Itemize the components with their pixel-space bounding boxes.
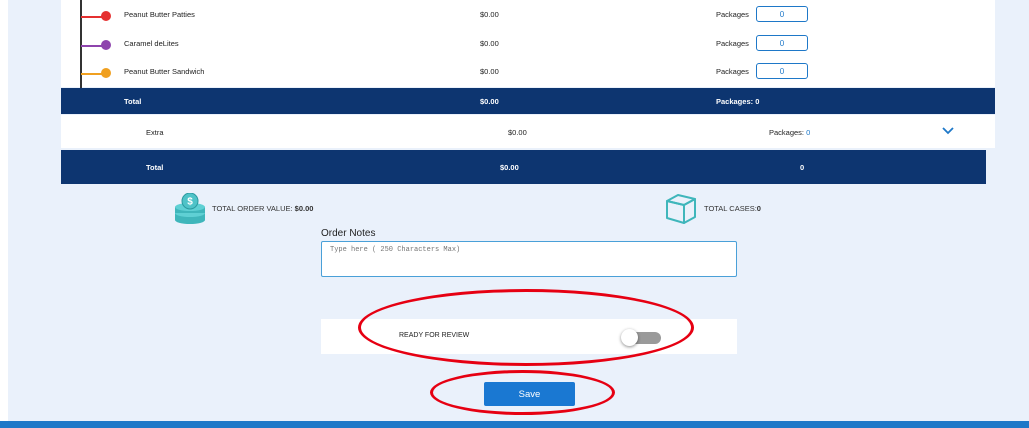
tree-branch xyxy=(81,16,103,18)
product-price: $0.00 xyxy=(480,10,499,19)
extra-value: $0.00 xyxy=(508,128,527,137)
extra-label: Extra xyxy=(146,128,164,137)
cases-text: TOTAL CASES:0 xyxy=(704,204,761,213)
left-edge-strip xyxy=(0,0,8,428)
product-price: $0.00 xyxy=(480,67,499,76)
packages-input[interactable] xyxy=(756,6,808,22)
tree-branch xyxy=(81,45,103,47)
product-name: Peanut Butter Patties xyxy=(124,10,195,19)
product-name: Peanut Butter Sandwich xyxy=(124,67,205,76)
box-icon xyxy=(666,194,696,224)
grand-total-count: 0 xyxy=(800,163,805,172)
order-value-text: TOTAL ORDER VALUE: $0.00 xyxy=(212,204,313,213)
cases-value: 0 xyxy=(756,204,761,213)
extra-packages: Packages: 0 xyxy=(769,128,810,137)
extra-packages-count: 0 xyxy=(806,128,811,137)
product-color-dot xyxy=(101,68,111,78)
packages-label: Packages xyxy=(716,67,749,76)
product-name: Caramel deLites xyxy=(124,39,179,48)
group-total-packages: Packages: 0 xyxy=(716,97,760,106)
grand-total-value: $0.00 xyxy=(500,163,519,172)
cases-label: TOTAL CASES: xyxy=(704,204,757,213)
group-total-bar: Total $0.00 Packages: 0 xyxy=(61,88,995,114)
ready-for-review-panel: READY FOR REVIEW xyxy=(321,319,737,354)
grand-total-bar: Total $0.00 0 xyxy=(61,150,986,184)
product-color-dot xyxy=(101,40,111,50)
group-total-label: Total xyxy=(124,97,142,106)
toggle-knob xyxy=(621,329,638,346)
packages-input[interactable] xyxy=(756,63,808,79)
tree-branch xyxy=(81,73,103,75)
bottom-bar xyxy=(0,421,1029,428)
grand-total-label: Total xyxy=(146,163,164,172)
ready-for-review-toggle[interactable] xyxy=(621,329,661,346)
order-notes-title: Order Notes xyxy=(321,228,376,239)
extra-row[interactable]: Extra $0.00 Packages: 0 xyxy=(61,115,995,148)
coin-stack-icon: $ xyxy=(175,193,205,224)
svg-text:$: $ xyxy=(187,197,193,208)
packages-label: Packages xyxy=(716,10,749,19)
product-row-peanut-butter-patties: Peanut Butter Patties $0.00 Packages xyxy=(61,2,995,31)
group-total-value: $0.00 xyxy=(480,97,499,106)
product-row-peanut-butter-sandwich: Peanut Butter Sandwich $0.00 Packages xyxy=(61,59,995,88)
ready-for-review-label: READY FOR REVIEW xyxy=(399,332,470,339)
order-value-amount: $0.00 xyxy=(294,204,314,213)
packages-label: Packages xyxy=(716,39,749,48)
chevron-down-icon[interactable] xyxy=(942,127,954,135)
order-notes-input[interactable] xyxy=(321,241,737,277)
packages-input[interactable] xyxy=(756,35,808,51)
product-row-caramel-delites: Caramel deLites $0.00 Packages xyxy=(61,31,995,60)
product-price: $0.00 xyxy=(480,39,499,48)
save-button[interactable]: Save xyxy=(484,382,575,406)
product-color-dot xyxy=(101,11,111,21)
order-value-label: TOTAL ORDER VALUE: xyxy=(212,204,293,213)
extra-packages-label: Packages: xyxy=(769,128,805,137)
